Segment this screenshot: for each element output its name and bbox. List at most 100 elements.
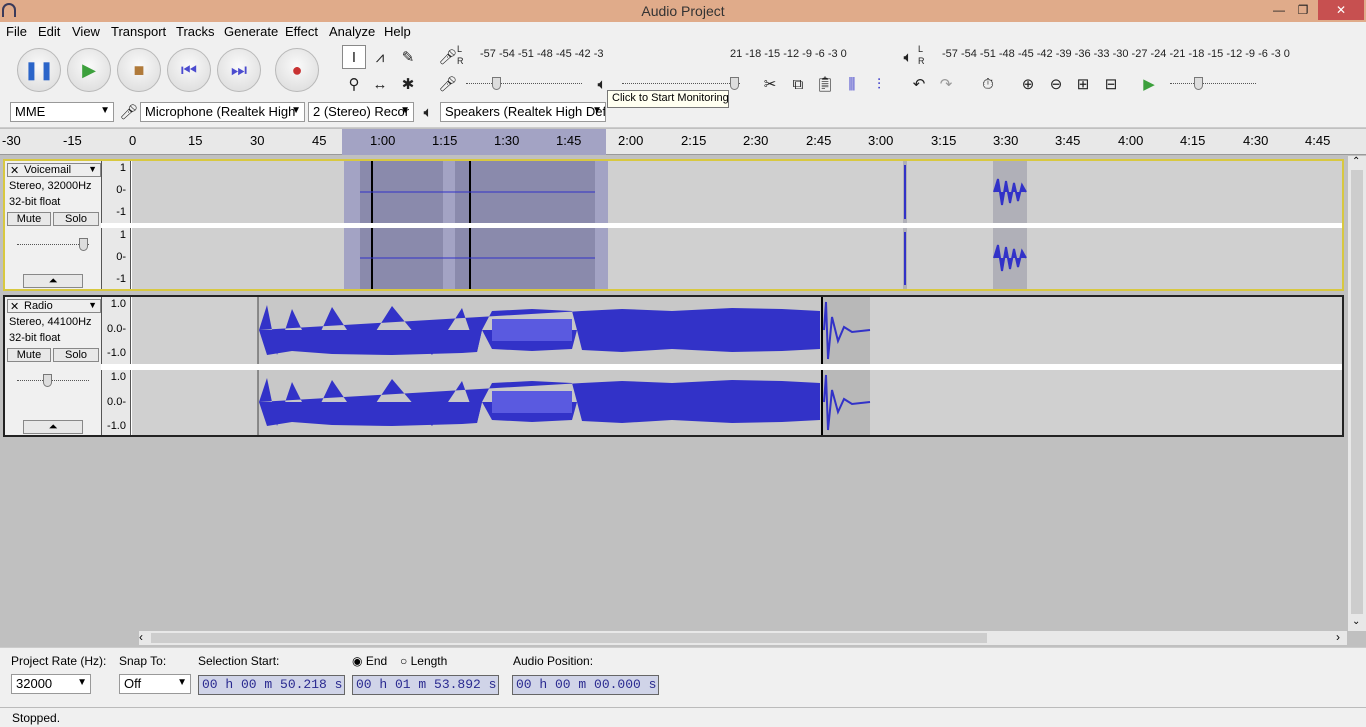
- menu-edit[interactable]: Edit: [38, 24, 60, 39]
- sync-lock-icon[interactable]: ⏱: [976, 72, 1000, 96]
- output-volume-icon: 🔈︎: [597, 75, 607, 93]
- scroll-down-icon[interactable]: ⌄: [1352, 616, 1360, 627]
- menu-help[interactable]: Help: [384, 24, 411, 39]
- solo-button[interactable]: Solo: [53, 212, 99, 226]
- maximize-button[interactable]: ❐: [1292, 0, 1314, 20]
- cut-icon[interactable]: ✂: [758, 72, 782, 96]
- snap-to-select[interactable]: Off ▼: [119, 674, 191, 694]
- audio-host-select[interactable]: MME ▼: [10, 102, 114, 122]
- menu-transport[interactable]: Transport: [111, 24, 166, 39]
- collapse-track-icon[interactable]: ⏶: [23, 420, 83, 434]
- end-radio[interactable]: ◉ End: [352, 654, 387, 668]
- voicemail-waveform-right: [344, 228, 1027, 289]
- zoom-tool-icon[interactable]: ⚲: [342, 72, 366, 96]
- selection-end-time[interactable]: 00 h 01 m 53.892 s: [352, 675, 499, 695]
- ruler-label: 1:45: [556, 133, 582, 148]
- play-button[interactable]: ▶: [67, 48, 111, 92]
- ruler-label: 3:30: [993, 133, 1019, 148]
- selection-start-time[interactable]: 00 h 00 m 50.218 s: [198, 675, 345, 695]
- menu-effect[interactable]: Effect: [285, 24, 318, 39]
- multi-tool-icon[interactable]: ✱: [396, 72, 420, 96]
- track-voicemail[interactable]: ✕ Voicemail ▼ Stereo, 32000Hz 32-bit flo…: [3, 159, 1344, 291]
- envelope-tool-icon[interactable]: ⩘: [368, 45, 392, 69]
- speaker-meter-icon[interactable]: 🔈︎: [896, 45, 920, 69]
- paste-icon[interactable]: 📋︎: [813, 72, 837, 96]
- menu-file[interactable]: File: [6, 24, 27, 39]
- audio-position-time[interactable]: 00 h 00 m 00.000 s: [512, 675, 659, 695]
- stop-button[interactable]: ■: [117, 48, 161, 92]
- record-meter-scale[interactable]: -57 -54 -51 -48 -45 -42 -3: [480, 48, 604, 66]
- fit-project-icon[interactable]: ⊟: [1099, 72, 1123, 96]
- minimize-button[interactable]: —: [1268, 0, 1290, 20]
- status-bar: Stopped.: [0, 707, 1366, 727]
- project-rate-select[interactable]: 32000 ▼: [11, 674, 91, 694]
- vertical-scale[interactable]: 1 0- -1: [101, 161, 131, 223]
- gain-slider[interactable]: [17, 371, 89, 389]
- waveform-right[interactable]: [132, 370, 1342, 435]
- timeline-ruler[interactable]: -30 -15 0 15 30 45 1:00 1:15 1:30 1:45 2…: [0, 129, 1366, 155]
- skip-to-start-button[interactable]: ⏮: [167, 48, 211, 92]
- playback-device-select[interactable]: Speakers (Realtek High Def ▼: [440, 102, 606, 122]
- gain-slider[interactable]: [17, 235, 89, 253]
- microphone-icon: 🎤︎: [119, 104, 139, 121]
- scroll-right-icon[interactable]: ›: [1336, 630, 1340, 644]
- record-meter-scale-tail[interactable]: 21 -18 -15 -12 -9 -6 -3 0: [730, 48, 847, 66]
- ruler-label: 15: [188, 133, 203, 148]
- selection-toolbar: Project Rate (Hz): 32000 ▼ Snap To: Off ▼ …: [0, 647, 1366, 707]
- mute-button[interactable]: Mute: [7, 348, 51, 362]
- redo-icon[interactable]: ↷: [934, 72, 958, 96]
- zoom-in-icon[interactable]: ⊕: [1016, 72, 1040, 96]
- draw-tool-icon[interactable]: ✎: [396, 45, 420, 69]
- menu-analyze[interactable]: Analyze: [329, 24, 375, 39]
- pause-button[interactable]: ❚❚: [17, 48, 61, 92]
- solo-button[interactable]: Solo: [53, 348, 99, 362]
- record-button[interactable]: ●: [275, 48, 319, 92]
- monitoring-tooltip: Click to Start Monitoring: [607, 90, 729, 108]
- vertical-scroll-thumb[interactable]: [1351, 170, 1363, 614]
- length-radio[interactable]: ○ Length: [400, 654, 447, 668]
- play-speed-slider[interactable]: [1170, 74, 1256, 92]
- ruler-label: 3:00: [868, 133, 894, 148]
- collapse-track-icon[interactable]: ⏶: [23, 274, 83, 288]
- track-name-menu[interactable]: ✕ Radio ▼: [7, 299, 101, 313]
- menu-generate[interactable]: Generate: [224, 24, 278, 39]
- close-button[interactable]: ✕: [1318, 0, 1364, 20]
- vertical-scale[interactable]: 1.0 0.0- -1.0: [101, 370, 131, 435]
- silence-icon[interactable]: ⫶: [867, 72, 891, 96]
- horizontal-scrollbar[interactable]: ‹ ›: [139, 630, 1347, 645]
- waveform-left[interactable]: [132, 161, 1342, 223]
- close-track-icon[interactable]: ✕: [10, 300, 19, 313]
- play-at-speed-icon[interactable]: ▶: [1137, 72, 1161, 96]
- trim-icon[interactable]: ⫼: [840, 72, 864, 96]
- track-radio[interactable]: ✕ Radio ▼ Stereo, 44100Hz 32-bit float M…: [3, 295, 1344, 437]
- vertical-scale[interactable]: 1.0 0.0- -1.0: [101, 297, 131, 364]
- recording-device-select[interactable]: Microphone (Realtek High ▼: [140, 102, 305, 122]
- fit-selection-icon[interactable]: ⊞: [1071, 72, 1095, 96]
- mute-button[interactable]: Mute: [7, 212, 51, 226]
- undo-icon[interactable]: ↶: [907, 72, 931, 96]
- toolbar-area: ❚❚ ▶ ■ ⏮ ⏭ ● I ⩘ ✎ ⚲ ↔ ✱ 🎤︎ L R -57 -54 …: [0, 42, 1366, 128]
- input-volume-slider[interactable]: [466, 74, 582, 92]
- selection-tool-icon[interactable]: I: [342, 45, 366, 69]
- skip-to-end-button[interactable]: ⏭: [217, 48, 261, 92]
- waveform-left[interactable]: [132, 297, 1342, 364]
- play-meter-scale[interactable]: -57 -54 -51 -48 -45 -42 -39 -36 -33 -30 …: [942, 48, 1290, 66]
- timeshift-tool-icon[interactable]: ↔: [368, 72, 392, 96]
- track-name-menu[interactable]: ✕ Voicemail ▼: [7, 163, 101, 177]
- close-track-icon[interactable]: ✕: [10, 164, 19, 177]
- waveform-right[interactable]: [132, 228, 1342, 289]
- copy-icon[interactable]: ⧉: [786, 72, 810, 96]
- zoom-out-icon[interactable]: ⊖: [1044, 72, 1068, 96]
- recording-channels-select[interactable]: 2 (Stereo) Recor ▼: [308, 102, 414, 122]
- vertical-scale[interactable]: 1 0- -1: [101, 228, 131, 289]
- menu-bar: File Edit View Transport Tracks Generate…: [0, 22, 1366, 42]
- scroll-left-icon[interactable]: ‹: [139, 630, 143, 644]
- horizontal-scroll-thumb[interactable]: [151, 633, 987, 643]
- menu-tracks[interactable]: Tracks: [176, 24, 215, 39]
- track-format: Stereo, 44100Hz: [9, 316, 92, 328]
- vertical-scrollbar[interactable]: ⌃ ⌄: [1348, 156, 1366, 631]
- menu-view[interactable]: View: [72, 24, 100, 39]
- output-volume-slider[interactable]: [622, 74, 740, 92]
- scroll-up-icon[interactable]: ⌃: [1352, 156, 1360, 167]
- snap-to-label: Snap To:: [119, 654, 167, 668]
